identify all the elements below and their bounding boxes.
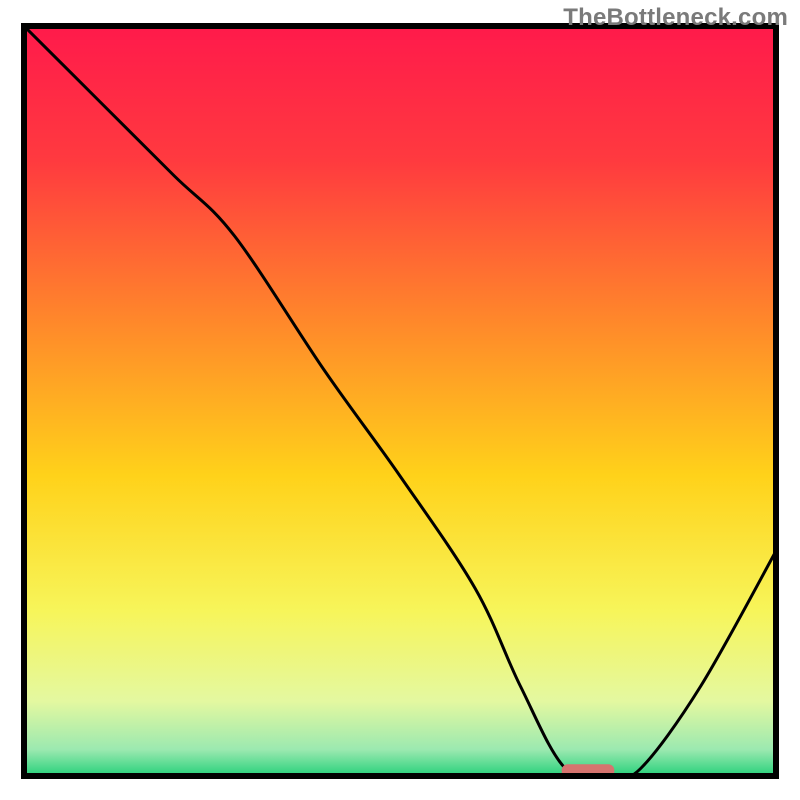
- watermark-text: TheBottleneck.com: [563, 4, 788, 32]
- chart-frame: TheBottleneck.com: [0, 0, 800, 800]
- bottleneck-chart: [0, 0, 800, 800]
